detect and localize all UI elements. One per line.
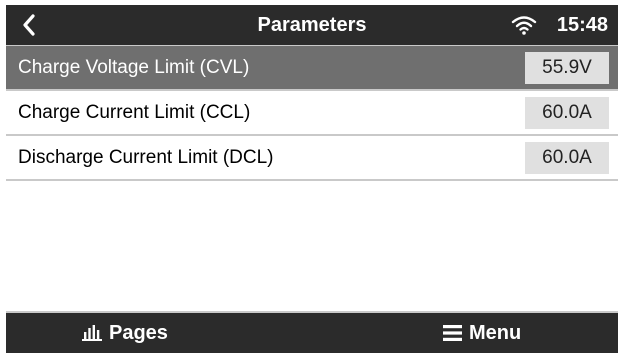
parameter-row-cvl[interactable]: Charge Voltage Limit (CVL) 55.9V (6, 46, 618, 89)
footer-bar: Pages Menu (6, 313, 618, 353)
pages-label: Pages (109, 322, 168, 344)
parameter-label: Charge Voltage Limit (CVL) (18, 57, 250, 78)
clock-time: 15:48 (556, 14, 608, 36)
parameter-row-ccl[interactable]: Charge Current Limit (CCL) 60.0A (6, 91, 618, 134)
empty-list-area (6, 181, 618, 311)
parameter-label: Discharge Current Limit (DCL) (18, 147, 274, 168)
bar-chart-icon (82, 325, 102, 341)
wifi-icon (511, 16, 537, 35)
device-screen: Parameters 15:48 Charge Voltage Limit (C… (6, 5, 618, 353)
header-bar: Parameters 15:48 (6, 5, 618, 45)
menu-button[interactable]: Menu (443, 313, 521, 353)
parameter-value[interactable]: 60.0A (525, 142, 609, 174)
parameter-value[interactable]: 55.9V (525, 52, 609, 84)
pages-button[interactable]: Pages (82, 313, 168, 353)
hamburger-icon (443, 325, 462, 341)
menu-label: Menu (469, 322, 522, 344)
parameter-value[interactable]: 60.0A (525, 97, 609, 129)
parameter-row-dcl[interactable]: Discharge Current Limit (DCL) 60.0A (6, 136, 618, 179)
parameter-label: Charge Current Limit (CCL) (18, 102, 251, 123)
parameter-list: Charge Voltage Limit (CVL) 55.9V Charge … (6, 46, 618, 181)
